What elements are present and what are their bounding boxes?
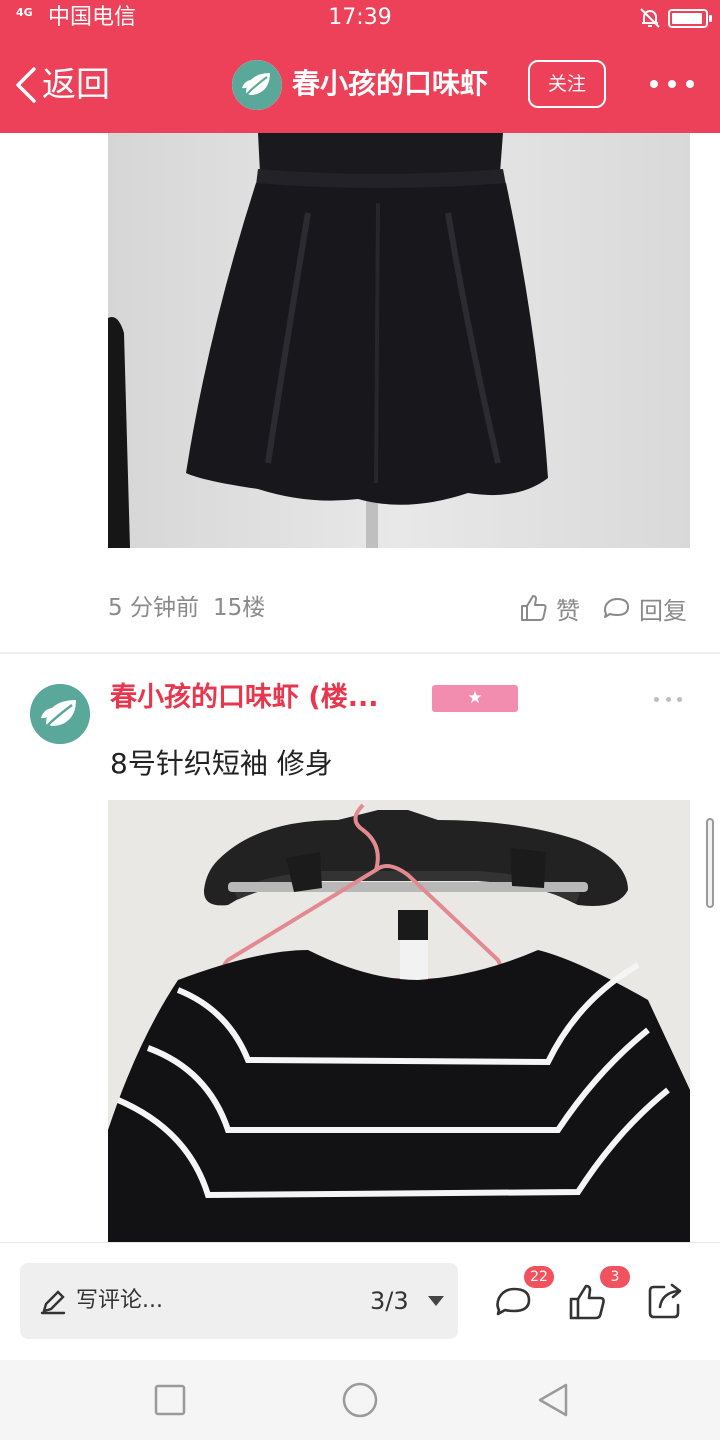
like-button[interactable]: 赞	[518, 588, 580, 628]
reply-button[interactable]: 回复	[601, 588, 687, 628]
post-image-dress[interactable]	[108, 133, 690, 548]
post-image-knit-top[interactable]	[108, 800, 690, 1242]
comment-input[interactable]: 写评论... 3/3	[20, 1263, 458, 1339]
triangle-back-icon	[538, 1383, 568, 1417]
author-avatar[interactable]	[232, 60, 282, 110]
post-author-name[interactable]: 春小孩的口味虾 (楼...	[110, 678, 379, 718]
post-more-icon[interactable]	[654, 694, 682, 704]
leaf-logo-icon	[30, 684, 90, 744]
battery-icon	[668, 9, 712, 28]
dress-photo	[108, 133, 690, 548]
post-divider	[0, 652, 720, 654]
back-label: 返回	[42, 65, 110, 105]
like-count-badge: 3	[600, 1266, 630, 1288]
circle-icon	[342, 1382, 378, 1418]
top-bar: 4G 中国电信 17:39 返回 春小孩的口味虾 关注	[0, 0, 720, 133]
post-author-avatar[interactable]	[30, 684, 90, 744]
like-label: 赞	[556, 596, 580, 625]
floor-number: 15楼	[212, 595, 266, 621]
bottom-action-bar: 写评论... 3/3 22 3	[0, 1242, 720, 1360]
post-time: 5 分钟前	[108, 595, 199, 621]
page-indicator[interactable]: 3/3	[370, 1281, 409, 1321]
caret-down-icon[interactable]	[428, 1296, 444, 1306]
chevron-left-icon	[16, 67, 36, 103]
follow-button[interactable]: 关注	[528, 60, 606, 108]
pencil-icon	[40, 1290, 66, 1315]
system-nav-bar	[0, 1360, 720, 1440]
back-button[interactable]: 返回	[12, 60, 110, 110]
status-bar: 4G 中国电信 17:39	[0, 0, 720, 36]
system-back-button[interactable]	[534, 1380, 574, 1420]
share-button[interactable]	[644, 1279, 688, 1323]
share-icon	[648, 1283, 682, 1319]
thumbs-up-icon	[521, 595, 547, 621]
scrollbar-thumb[interactable]	[706, 818, 714, 908]
level-badge: ★	[432, 685, 518, 712]
comment-count-badge: 22	[524, 1266, 554, 1288]
home-button[interactable]	[340, 1380, 380, 1420]
post-content: 8号针织短袖 修身	[110, 747, 333, 780]
more-dots-icon[interactable]	[650, 66, 694, 102]
leaf-logo-icon	[232, 60, 282, 110]
knit-top-photo	[108, 800, 690, 1242]
comment-placeholder: 写评论...	[76, 1288, 163, 1313]
page-title: 春小孩的口味虾	[292, 67, 489, 100]
reply-label: 回复	[639, 596, 687, 625]
speech-bubble-icon	[604, 598, 629, 618]
status-time: 17:39	[328, 5, 392, 30]
square-icon	[154, 1384, 186, 1416]
bell-muted-icon	[638, 6, 662, 30]
recent-apps-button[interactable]	[150, 1380, 190, 1420]
nav-header: 返回 春小孩的口味虾 关注	[0, 36, 720, 133]
floor-meta: 5 分钟前 15楼	[108, 588, 265, 628]
